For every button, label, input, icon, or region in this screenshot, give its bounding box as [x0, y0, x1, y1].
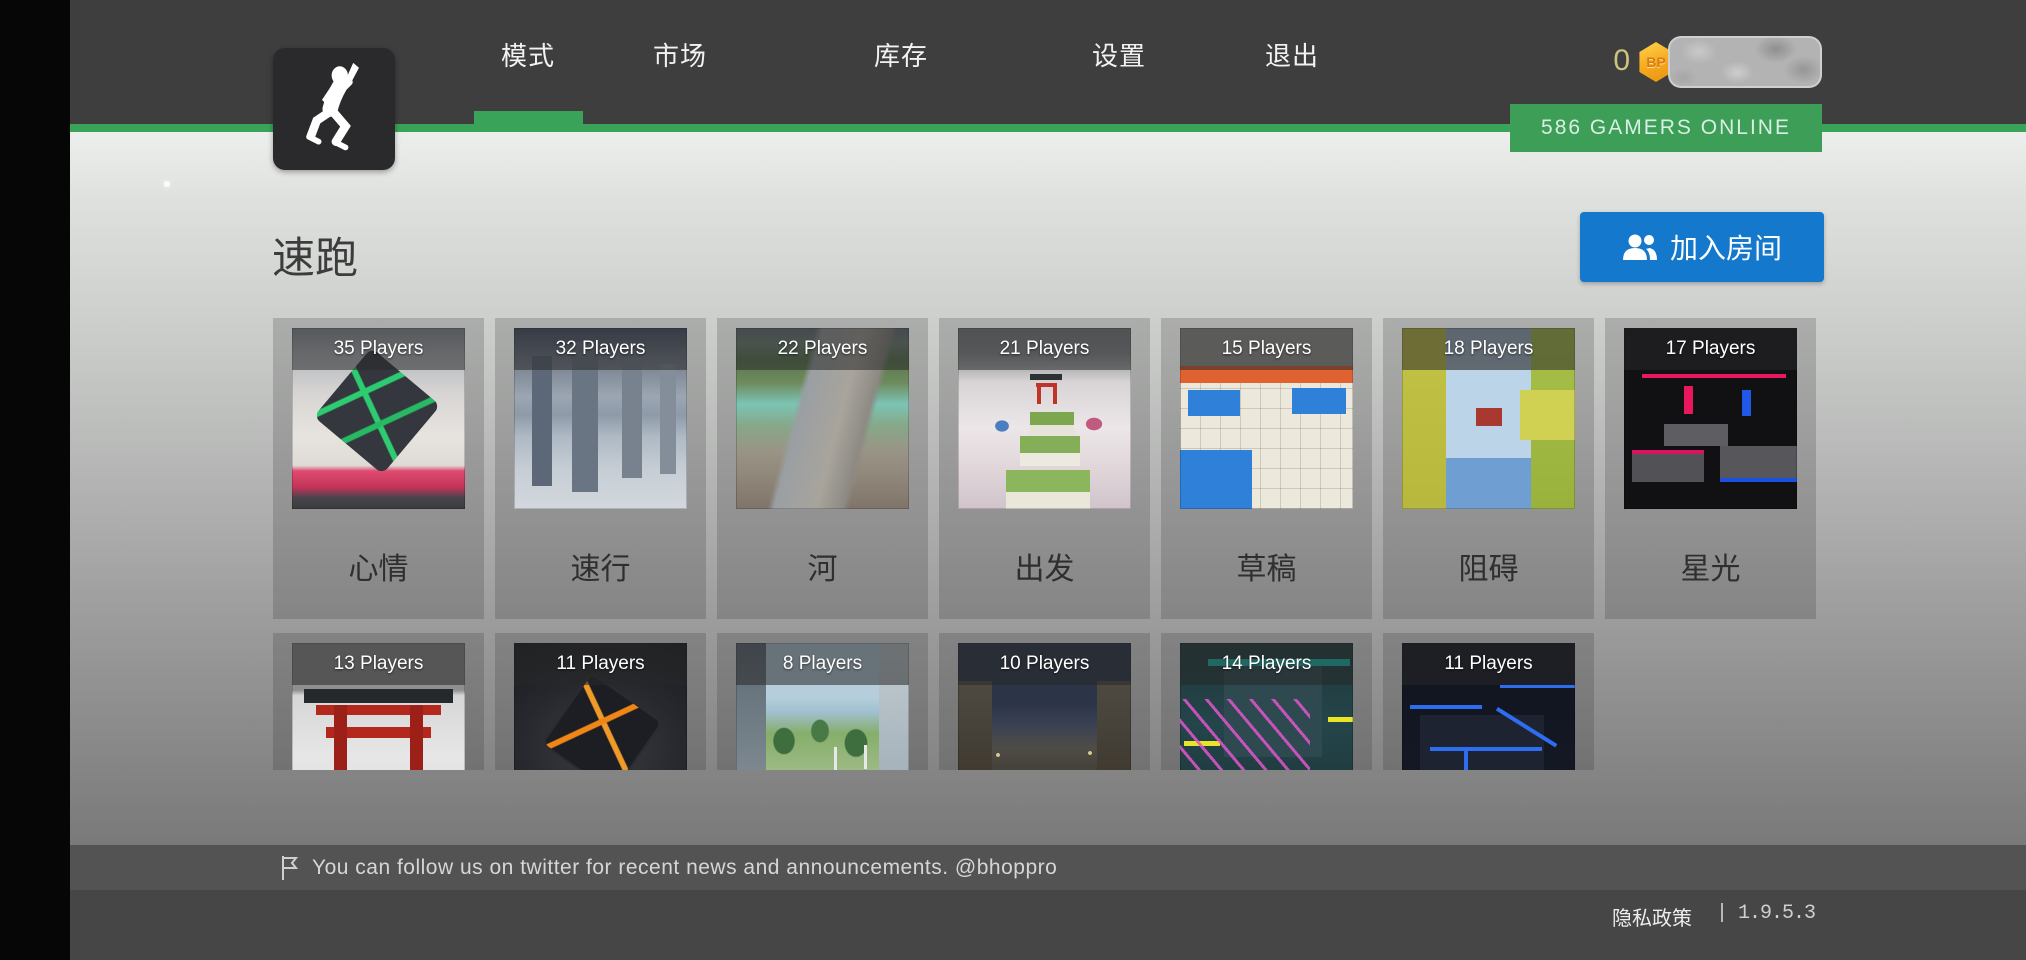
page-title: 速跑	[272, 235, 358, 283]
map-name: 草稿	[1236, 553, 1297, 586]
tab-inventory[interactable]: 库存	[874, 36, 928, 73]
player-count-badge: 11 Players	[514, 643, 687, 685]
jumping-player-icon	[306, 62, 359, 151]
map-card[interactable]: 11 Players	[495, 633, 706, 770]
app-logo	[273, 48, 395, 170]
map-card-xinqing[interactable]: 35 Players 心情	[273, 318, 484, 619]
active-tab-indicator	[474, 111, 583, 124]
map-card[interactable]: 11 Players	[1383, 633, 1594, 770]
privacy-policy-link[interactable]: 隐私政策	[1612, 902, 1692, 931]
map-card[interactable]: 13 Players	[273, 633, 484, 770]
map-thumbnail: 18 Players	[1402, 328, 1575, 509]
map-thumbnail: 10 Players	[958, 643, 1131, 770]
player-count-badge: 17 Players	[1624, 328, 1797, 370]
specular-dot	[164, 181, 170, 187]
screen-notch-bar	[0, 0, 70, 960]
map-card-suxing[interactable]: 32 Players 速行	[495, 318, 706, 619]
map-thumbnail: 22 Players	[736, 328, 909, 509]
map-name: 星光	[1680, 553, 1741, 586]
map-name: 速行	[570, 553, 631, 586]
player-count-badge: 8 Players	[736, 643, 909, 685]
bp-badge-label: BP	[1646, 54, 1666, 70]
player-count-badge: 15 Players	[1180, 328, 1353, 370]
map-thumbnail: 8 Players	[736, 643, 909, 770]
bottom-footer-bar: 隐私政策 | 1.9.5.3	[70, 890, 2026, 960]
map-card-he[interactable]: 22 Players 河	[717, 318, 928, 619]
player-count-badge: 21 Players	[958, 328, 1131, 370]
map-name: 河	[807, 553, 838, 586]
player-count-badge: 32 Players	[514, 328, 687, 370]
map-thumbnail: 17 Players	[1624, 328, 1797, 509]
map-card[interactable]: 8 Players	[717, 633, 928, 770]
map-card-grid: 35 Players 心情 32 Players 速行 22 Players 河…	[70, 318, 2026, 770]
gamers-online-banner: 586 GAMERS ONLINE	[1510, 104, 1822, 152]
player-count-badge: 14 Players	[1180, 643, 1353, 685]
people-icon	[1622, 234, 1657, 260]
tab-market[interactable]: 市场	[653, 36, 707, 73]
join-room-button[interactable]: 加入房间	[1580, 212, 1824, 282]
map-thumbnail: 13 Players	[292, 643, 465, 770]
map-card[interactable]: 10 Players	[939, 633, 1150, 770]
flag-icon	[282, 856, 299, 880]
player-count-badge: 22 Players	[736, 328, 909, 370]
map-thumbnail: 11 Players	[1402, 643, 1575, 770]
bp-currency-count: 0	[1613, 44, 1630, 77]
player-count-badge: 35 Players	[292, 328, 465, 370]
ticker-message: You can follow us on twitter for recent …	[312, 855, 1058, 879]
game-lobby-screen: 模式 市场 库存 设置 退出 0 BP 586 GAMERS ONLINE 速跑…	[0, 0, 2026, 960]
app-version: | 1.9.5.3	[1716, 902, 1816, 925]
map-thumbnail: 32 Players	[514, 328, 687, 509]
map-thumbnail: 15 Players	[1180, 328, 1353, 509]
map-card-caogao[interactable]: 15 Players 草稿	[1161, 318, 1372, 619]
player-count-badge: 13 Players	[292, 643, 465, 685]
player-count-badge: 18 Players	[1402, 328, 1575, 370]
player-name-plate[interactable]	[1668, 36, 1822, 88]
map-name: 阻碍	[1458, 553, 1519, 586]
map-thumbnail: 35 Players	[292, 328, 465, 509]
map-card-zuai[interactable]: 18 Players 阻碍	[1383, 318, 1594, 619]
join-room-label: 加入房间	[1669, 233, 1782, 264]
tab-modes[interactable]: 模式	[501, 36, 555, 73]
tab-exit[interactable]: 退出	[1265, 36, 1319, 73]
map-name: 出发	[1014, 553, 1075, 586]
player-count-badge: 10 Players	[958, 643, 1131, 685]
map-card-chufa[interactable]: 21 Players 出发	[939, 318, 1150, 619]
map-thumbnail: 21 Players	[958, 328, 1131, 509]
map-thumbnail: 11 Players	[514, 643, 687, 770]
news-ticker-bar: You can follow us on twitter for recent …	[70, 845, 2026, 890]
map-thumbnail: 14 Players	[1180, 643, 1353, 770]
player-count-badge: 11 Players	[1402, 643, 1575, 685]
map-card[interactable]: 14 Players	[1161, 633, 1372, 770]
map-name: 心情	[348, 553, 409, 586]
tab-settings[interactable]: 设置	[1092, 36, 1146, 73]
map-card-xingguang[interactable]: 17 Players 星光	[1605, 318, 1816, 619]
